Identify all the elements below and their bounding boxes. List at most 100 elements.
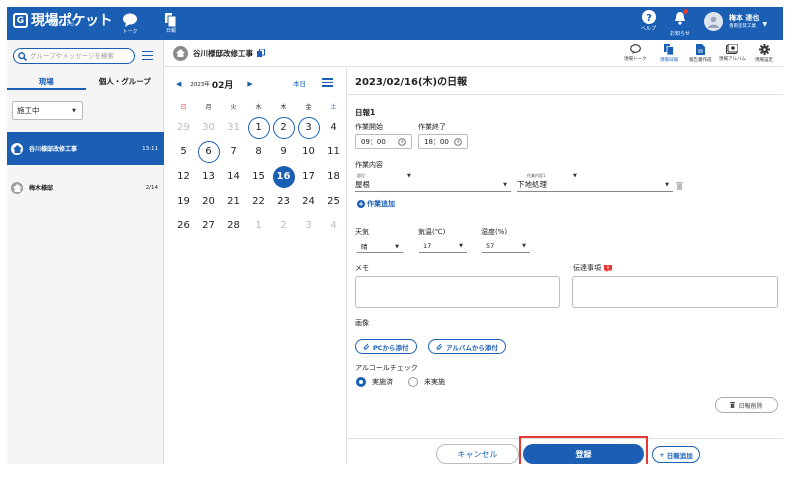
today-button[interactable]: 本日 xyxy=(293,78,306,88)
calendar-day[interactable]: 15 xyxy=(248,166,270,188)
tool-site-album[interactable]: 現場アルバム xyxy=(719,44,746,62)
image-label: 画像 xyxy=(355,319,369,327)
calendar-day[interactable]: 2 xyxy=(272,117,295,139)
tool-create-report[interactable]: 報告書作成 xyxy=(689,44,712,63)
end-time-label: 作業終了 xyxy=(418,123,446,131)
calendar-day[interactable]: 8 xyxy=(248,141,270,163)
add-report-button[interactable]: + 日報追加 xyxy=(652,446,700,463)
start-time-value: 09：00 xyxy=(361,137,386,146)
calendar-day[interactable]: 21 xyxy=(223,191,245,213)
start-time-label: 作業開始 xyxy=(355,123,383,131)
calendar-day[interactable]: 23 xyxy=(273,191,295,213)
user-menu[interactable]: 梅本 達也 香南塗装工業 ▼ xyxy=(704,12,767,31)
calendar-day[interactable]: 4 xyxy=(323,117,345,139)
cancel-button[interactable]: キャンセル xyxy=(436,444,519,464)
calendar-day[interactable]: 19 xyxy=(173,191,195,213)
app-window: G 現場ポケット GEMPO トーク 日報 ? ヘルプ お知らせ 梅本 達也 香… xyxy=(7,7,783,464)
document-icon xyxy=(664,44,674,55)
calendar-day[interactable]: 4 xyxy=(323,215,345,237)
part-select[interactable]: 屋根 ▼ xyxy=(355,178,511,192)
memo-label: メモ xyxy=(355,264,369,272)
calendar-day[interactable]: 26 xyxy=(173,215,195,237)
caret-down-icon: ▼ xyxy=(665,182,669,188)
nav-talk[interactable]: トーク xyxy=(111,7,149,40)
calendar-day[interactable]: 7 xyxy=(223,141,245,163)
menu-icon[interactable] xyxy=(142,51,153,63)
start-time-input[interactable]: 09：00 xyxy=(355,134,412,149)
calendar-day[interactable]: 10 xyxy=(298,141,320,163)
add-work-button[interactable]: + 作業追加 xyxy=(357,199,395,209)
album-attach-button[interactable]: アルバムから添付 xyxy=(428,339,506,354)
plus-icon: + xyxy=(659,450,665,459)
calendar-day[interactable]: 25 xyxy=(323,191,345,213)
calendar-day[interactable]: 29 xyxy=(173,117,195,139)
calendar-day[interactable]: 11 xyxy=(323,141,345,163)
nav-daily-report[interactable]: 日報 xyxy=(157,7,185,40)
calendar-day[interactable]: 6 xyxy=(197,141,220,163)
tool-label: 現場アルバム xyxy=(719,57,746,62)
calendar-day[interactable]: 13 xyxy=(198,166,220,188)
calendar-day[interactable]: 24 xyxy=(298,191,320,213)
notice-textarea[interactable] xyxy=(572,276,778,308)
radio-checked-icon xyxy=(356,377,366,387)
notifications-button[interactable]: お知らせ xyxy=(670,9,690,37)
project-item-tanigawa[interactable]: 谷川様邸改修工事 13:11 xyxy=(7,132,164,165)
calendar-day[interactable]: 17 xyxy=(298,166,320,188)
calendar-day[interactable]: 12 xyxy=(173,166,195,188)
notice-label: お知らせ xyxy=(670,31,690,37)
calendar-day[interactable]: 14 xyxy=(223,166,245,188)
calendar-day[interactable]: 3 xyxy=(298,215,320,237)
tab-personal-group[interactable]: 個人・グループ xyxy=(86,76,165,90)
pc-attach-button[interactable]: PCから添付 xyxy=(355,339,417,354)
project-item-umeki[interactable]: 梅木様邸 2/14 xyxy=(7,171,164,204)
tool-site-daily-report[interactable]: 現場日報 xyxy=(660,44,678,63)
user-company: 香南塗装工業 xyxy=(729,23,756,29)
calendar-day[interactable]: 30 xyxy=(198,117,220,139)
work-content-label: 作業内容 xyxy=(355,161,383,169)
prev-month-icon[interactable]: ◀ xyxy=(176,80,181,88)
humidity-select[interactable]: 57 ▼ xyxy=(482,239,530,253)
calendar-day[interactable]: 27 xyxy=(198,215,220,237)
calendar-day[interactable]: 3 xyxy=(297,117,320,139)
content1-select[interactable]: 下地処理 ▼ xyxy=(517,178,673,192)
tab-site[interactable]: 現場 xyxy=(7,76,86,90)
tool-site-settings[interactable]: 現場設定 xyxy=(755,44,773,63)
calendar-day[interactable]: 20 xyxy=(198,191,220,213)
top-bar: G 現場ポケット GEMPO トーク 日報 ? ヘルプ お知らせ 梅本 達也 香… xyxy=(7,7,783,40)
help-button[interactable]: ? ヘルプ xyxy=(641,10,656,32)
tool-label: 報告書作成 xyxy=(689,58,712,63)
search-input[interactable] xyxy=(30,52,130,60)
weekday-label: 月 xyxy=(205,104,212,111)
calendar-day[interactable]: 16 xyxy=(272,166,295,188)
site-status-select[interactable]: 施工中 ▼ xyxy=(12,101,83,120)
alcohol-check-label: アルコールチェック xyxy=(355,364,418,372)
nav-daily-label: 日報 xyxy=(165,28,176,34)
radio-done[interactable]: 実施済 xyxy=(356,377,393,387)
part-value: 屋根 xyxy=(355,180,370,189)
calendar-day[interactable]: 18 xyxy=(323,166,345,188)
calendar-day[interactable]: 31 xyxy=(223,117,245,139)
search-box[interactable] xyxy=(13,48,135,64)
radio-not-done[interactable]: 未実施 xyxy=(408,377,445,387)
copy-icon[interactable] xyxy=(257,49,265,57)
calendar-day[interactable]: 28 xyxy=(223,215,245,237)
calendar-day[interactable]: 2 xyxy=(273,215,295,237)
alert-icon xyxy=(604,264,612,272)
trash-icon[interactable] xyxy=(676,181,683,190)
calendar-day[interactable]: 1 xyxy=(247,117,270,139)
end-time-input[interactable]: 18：00 xyxy=(418,134,468,149)
weather-select[interactable]: 晴 ▼ xyxy=(356,239,404,253)
temperature-select[interactable]: 17 ▼ xyxy=(419,239,467,253)
calendar-day[interactable]: 9 xyxy=(273,141,295,163)
calendar-day[interactable]: 22 xyxy=(248,191,270,213)
calendar-day[interactable]: 5 xyxy=(173,141,195,163)
list-view-icon[interactable] xyxy=(322,78,333,89)
delete-report-button[interactable]: 日報削除 xyxy=(715,397,778,413)
user-icon xyxy=(708,16,719,28)
calendar-day[interactable]: 1 xyxy=(248,215,270,237)
project-time: 13:11 xyxy=(142,145,158,152)
report-number: 日報1 xyxy=(355,108,376,117)
tool-site-talk[interactable]: 現場トーク xyxy=(624,44,647,62)
next-month-icon[interactable]: ▶ xyxy=(247,80,252,88)
memo-textarea[interactable] xyxy=(355,276,560,308)
